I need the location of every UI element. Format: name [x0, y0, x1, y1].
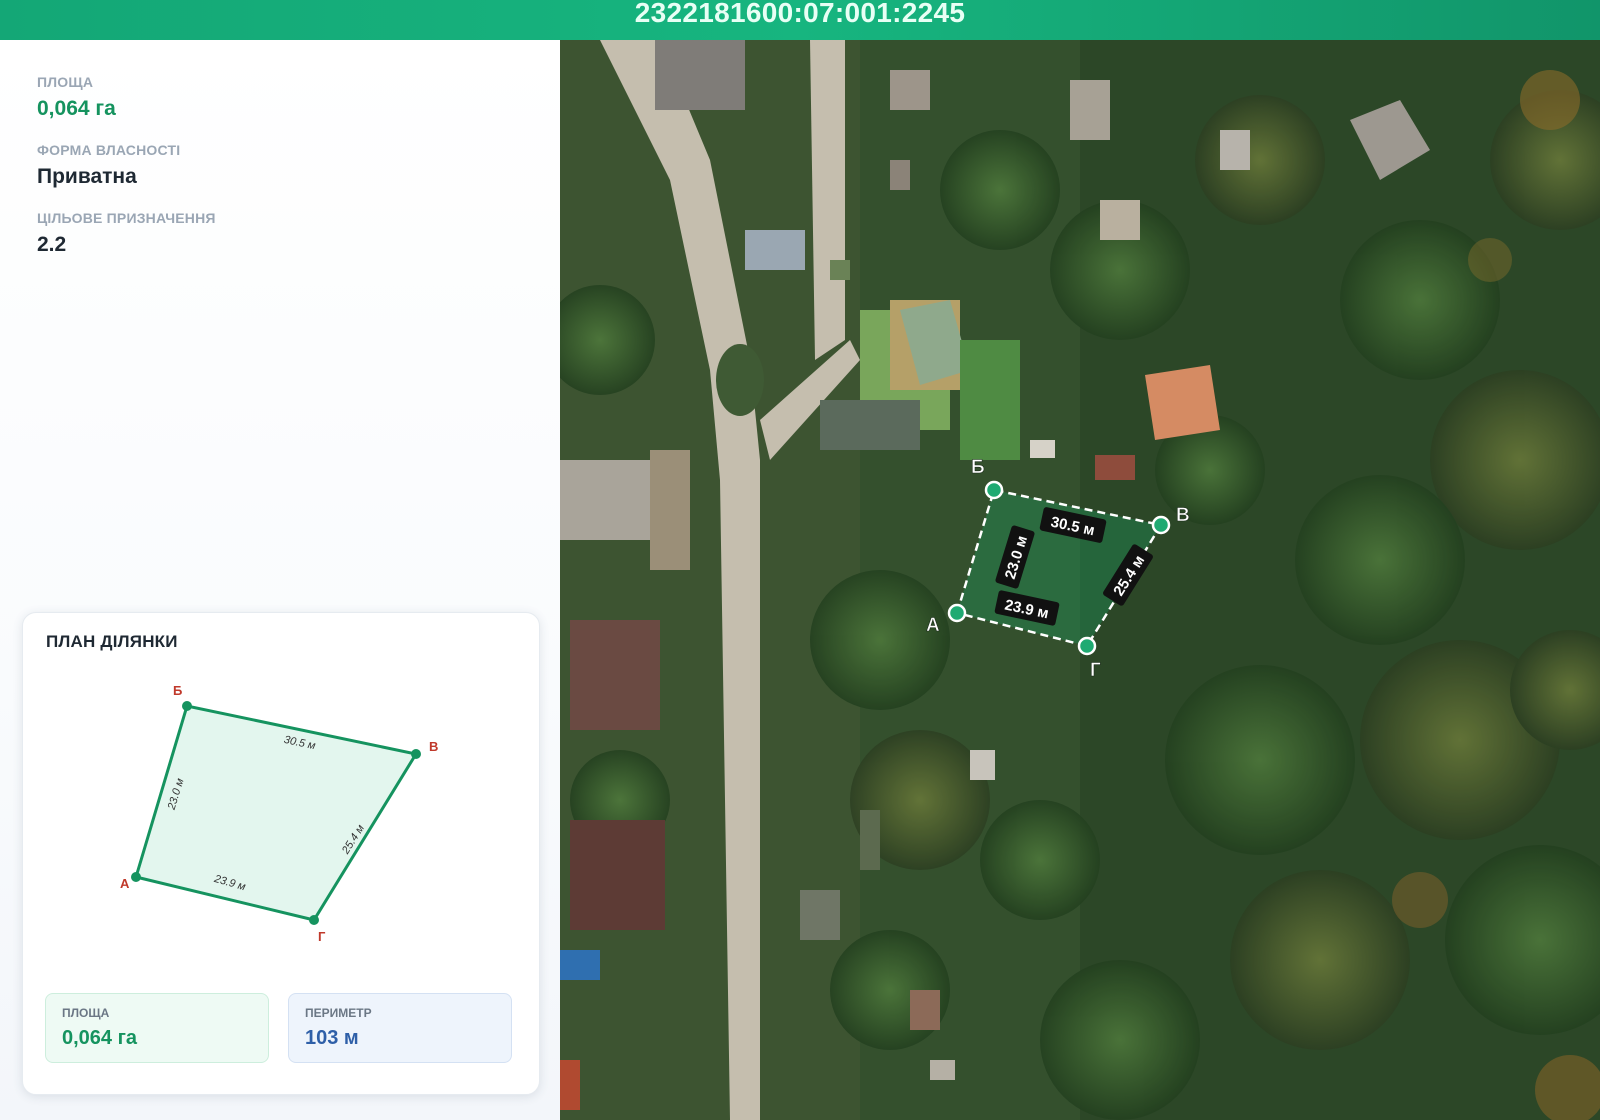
map-vertex-b-handle[interactable]: [984, 480, 1004, 500]
map-vertex-v-handle[interactable]: [1151, 515, 1171, 535]
header-bar: 2322181600:07:001:2245: [0, 0, 1600, 40]
vertex-v-label: В: [429, 739, 438, 754]
plot-polygon: [134, 704, 419, 922]
vertex-g-label: Г: [318, 929, 326, 944]
perimeter-stat-value: 103 м: [305, 1027, 359, 1049]
vertex-b-label: Б: [173, 683, 182, 698]
area-stat-box: ПЛОЩА 0,064 га: [45, 993, 269, 1063]
area-label: ПЛОЩА: [37, 74, 94, 90]
area-stat-value: 0,064 га: [62, 1027, 138, 1049]
perimeter-stat-label: ПЕРИМЕТР: [305, 1006, 372, 1020]
map-vertex-g-handle[interactable]: [1077, 636, 1097, 656]
purpose-field: ЦІЛЬОВЕ ПРИЗНАЧЕННЯ 2.2: [37, 210, 216, 257]
map-vertex-a-handle[interactable]: [947, 603, 967, 623]
area-field: ПЛОЩА 0,064 га: [37, 74, 116, 121]
satellite-imagery: А Б В Г 30.5 м 23.0 м 25.4 м 23.9 м: [560, 40, 1600, 1120]
map-vertex-g-label: Г: [1090, 660, 1101, 681]
vertex-b-dot: [182, 701, 192, 711]
purpose-value: 2.2: [37, 233, 67, 256]
satellite-map[interactable]: А Б В Г 30.5 м 23.0 м 25.4 м 23.9 м: [560, 40, 1600, 1120]
vertex-a-dot: [131, 872, 141, 882]
plot-plan-diagram: А Б В Г 23.0 м 30.5 м 25.4 м 23.9 м: [120, 683, 438, 944]
ownership-value: Приватна: [37, 165, 137, 188]
ownership-label: ФОРМА ВЛАСНОСТІ: [37, 142, 181, 158]
map-vertex-b-label: Б: [971, 457, 985, 478]
map-vertex-v-label: В: [1176, 505, 1190, 526]
purpose-label: ЦІЛЬОВЕ ПРИЗНАЧЕННЯ: [37, 210, 216, 226]
ownership-field: ФОРМА ВЛАСНОСТІ Приватна: [37, 142, 180, 189]
area-value: 0,064 га: [37, 97, 116, 120]
vertex-a-label: А: [120, 876, 130, 891]
perimeter-stat-box: ПЕРИМЕТР 103 м: [288, 993, 512, 1063]
vertex-g-dot: [309, 915, 319, 925]
vertex-v-dot: [411, 749, 421, 759]
area-stat-label: ПЛОЩА: [62, 1006, 110, 1020]
info-sidebar: ПЛОЩА 0,064 га ФОРМА ВЛАСНОСТІ Приватна …: [0, 40, 560, 1120]
map-vertex-a-label: А: [926, 615, 940, 636]
cadastral-number: 2322181600:07:001:2245: [634, 0, 966, 28]
plot-plan-card: ПЛАН ДІЛЯНКИ А Б В Г 23.0 м 30.5 м 25.4 …: [22, 612, 540, 1095]
